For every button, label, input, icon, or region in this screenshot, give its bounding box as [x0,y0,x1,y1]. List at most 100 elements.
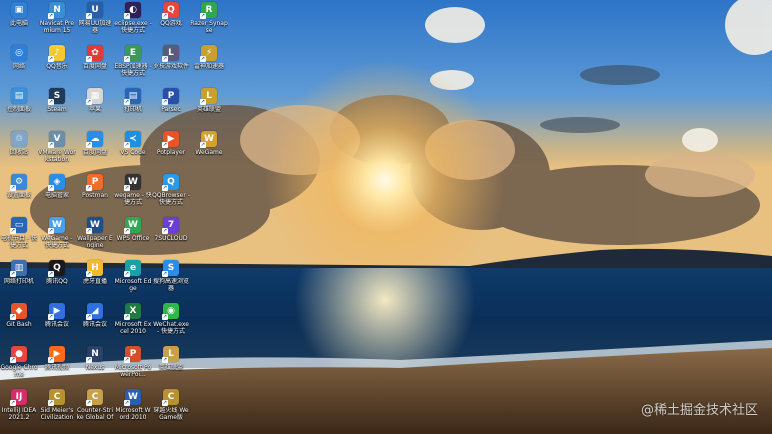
desktop-shortcut-label: 打印机 [123,106,142,113]
wallpaper-engine-icon: W ↗ [86,217,103,234]
desktop-shortcut-label: 英雄联盟 [158,364,183,371]
shortcut-arrow-icon: ↗ [86,271,92,277]
desktop-shortcut-label: WeChat.exe - 快捷方式 [153,321,189,335]
desktop-shortcut[interactable]: ⚙ ↗ 设置面板 [0,172,38,215]
desktop-shortcut[interactable]: ▤ 控制面板 [0,86,38,129]
desktop-shortcut[interactable]: IJ ↗ IntelliJ IDEA 2021.2 [0,387,38,430]
shortcut-arrow-icon: ↗ [48,142,54,148]
desktop-shortcut[interactable]: V ↗ VMware Workstation [38,129,76,172]
desktop-shortcut[interactable]: ▶ ↗ 腾讯会议 [38,301,76,344]
desktop-shortcut-label: QQBrowser - 快捷方式 [152,192,190,206]
shortcut-arrow-icon: ↗ [10,271,16,277]
desktop-shortcut[interactable]: P ↗ Postman [76,172,114,215]
desktop-shortcut[interactable]: ◐ ↗ eclipse.exe - 快捷方式 [114,0,152,43]
desktop-shortcut[interactable]: Q ↗ QQ游戏 [152,0,190,43]
uu-accelerator-icon: U ↗ [86,2,103,19]
desktop-shortcut[interactable]: C ↗ Sid Meier's Civilization [38,387,76,430]
desktop-shortcut[interactable]: ▦ ↗ 苹果 [76,86,114,129]
desktop-shortcut[interactable]: Q ↗ 腾讯QQ [38,258,76,301]
desktop-shortcut[interactable]: ▶ ↗ Potplayer [152,129,190,172]
desktop-shortcut-label: Microsoft PowerPoi... [114,364,152,378]
desktop-shortcut[interactable]: W ↗ Microsoft Word 2010 [114,387,152,430]
desktop-shortcut[interactable]: ☁ ↗ 百度网盘 [76,129,114,172]
desktop-shortcut-label: Wallpaper Engine [77,235,113,249]
desktop-shortcut[interactable]: W ↗ WeGame - 快捷方式 [38,215,76,258]
desktop-shortcut-label: 电脑管家 [44,192,69,199]
shortcut-arrow-icon: ↗ [86,56,92,62]
desktop-shortcut-label: 英雄联盟 [196,106,221,113]
desktop-shortcut[interactable]: S ↗ 搜狗高速浏览器 [152,258,190,301]
desktop-shortcut-label: Postman [82,192,108,199]
desktop-shortcut[interactable]: ◢ ↗ 腾讯会议 [76,301,114,344]
desktop-shortcut-label: VS Code [120,149,146,156]
recycle-bin-icon: ♲ [11,131,27,147]
git-bash-icon: ◆ ↗ [10,303,27,320]
desktop-shortcut[interactable]: R ↗ Razer Synapse [190,0,228,43]
shortcut-arrow-icon: ↗ [86,314,92,320]
desktop-shortcut-label: Steam [47,106,67,113]
desktop-shortcut[interactable]: W ↗ WPS Office [114,215,152,258]
desktop-shortcut[interactable]: ● ↗ Google Chrome [0,344,38,387]
baidu-netdisk-icon: ✿ ↗ [86,45,103,62]
potplayer-icon: ▶ ↗ [162,131,179,148]
desktop-shortcut[interactable]: W ↗ wegame - 快捷方式 [114,172,152,215]
desktop-shortcut[interactable]: ◈ ↗ 电脑管家 [38,172,76,215]
desktop-shortcut[interactable]: C ↗ 穿越火线 WeGame版 [152,387,190,430]
shortcut-arrow-icon: ↗ [86,228,92,234]
desktop-shortcut[interactable]: P ↗ Parsec [152,86,190,129]
desktop-shortcut[interactable]: ≺ ↗ VS Code [114,129,152,172]
thunder-accelerator-icon: ⚡ ↗ [200,45,217,62]
desktop-shortcut[interactable]: e ↗ Microsoft Edge [114,258,152,301]
desktop-shortcut[interactable]: C↗Counter-Strike Global Offensive [76,387,114,430]
shortcut-arrow-icon: ↗ [124,185,130,191]
desktop-shortcut-label: WeGame [195,149,223,156]
desktop-shortcut[interactable]: N ↗ Nexus [76,344,114,387]
desktop-shortcut-label: Sid Meier's Civilization [40,407,74,421]
shortcut-arrow-icon: ↗ [162,357,168,363]
wechat-icon: ◉ ↗ [162,303,179,320]
desktop-shortcut[interactable]: P ↗ Microsoft PowerPoi... [114,344,152,387]
desktop-shortcut[interactable]: H ↗ 虎牙直播 [76,258,114,301]
desktop-shortcut-label: EBSP加速器 - 快捷方式 [114,63,152,77]
wps-icon: W ↗ [124,217,141,234]
desktop-shortcut-label: WPS Office [116,235,150,242]
desktop-shortcut[interactable]: ◆ ↗ Git Bash [0,301,38,344]
desktop-shortcut[interactable]: ▤ ↗ 打印机 [114,86,152,129]
desktop-shortcut-label: 网络打印机 [3,278,34,285]
desktop-shortcut[interactable]: S ↗ Steam [38,86,76,129]
shortcut-arrow-icon: ↗ [124,357,130,363]
desktop-shortcut-label: 腾讯会议 [82,321,107,328]
desktop-shortcut-label: WeGame - 快捷方式 [41,235,73,249]
shortcut-arrow-icon: ↗ [200,13,206,19]
desktop-shortcut[interactable]: L ↗ 英雄联盟 [190,86,228,129]
shortcut-arrow-icon: ↗ [200,99,206,105]
desktop-shortcut[interactable]: ▶ ↗ 腾讯视频 [38,344,76,387]
desktop-shortcut[interactable]: W ↗ Wallpaper Engine [76,215,114,258]
desktop-shortcut-label: 搜狗高速浏览器 [152,278,189,292]
sucloud-icon: 7 ↗ [162,217,179,234]
desktop-shortcut[interactable]: N ↗ Navicat Premium 15 [38,0,76,43]
shortcut-arrow-icon: ↗ [86,142,92,148]
desktop-shortcut[interactable]: ♪ ↗ QQ音乐 [38,43,76,86]
desktop-shortcut[interactable]: ◎ 网络 [0,43,38,86]
desktop-shortcut[interactable]: U ↗ 网易UU加速器 [76,0,114,43]
desktop-shortcut[interactable]: ▭ ↗ 电视节目 - 快捷方式 [0,215,38,258]
shortcut-arrow-icon: ↗ [86,99,92,105]
desktop-shortcut[interactable]: ✿ ↗ 百度网盘 [76,43,114,86]
desktop-shortcut[interactable]: ⚡ ↗ 雷神加速器 [190,43,228,86]
desktop-shortcut[interactable]: L ↗ 英雄联盟 [152,344,190,387]
desktop-shortcut[interactable]: E ↗ EBSP加速器 - 快捷方式 [114,43,152,86]
desktop-shortcut[interactable]: ◉ ↗ WeChat.exe - 快捷方式 [152,301,190,344]
desktop-shortcut-label: 控制面板 [6,106,31,113]
desktop-shortcut[interactable]: W ↗ WeGame [190,129,228,172]
desktop-shortcut-label: VMware Workstation [38,149,76,163]
desktop-shortcut[interactable]: X ↗ Microsoft Excel 2010 [114,301,152,344]
desktop-shortcut[interactable]: ▥ ↗ 网络打印机 [0,258,38,301]
eclipse-icon: ◐ ↗ [124,2,141,19]
shortcut-arrow-icon: ↗ [124,142,130,148]
desktop-shortcut[interactable]: Q ↗ QQBrowser - 快捷方式 [152,172,190,215]
desktop-shortcut[interactable]: ♲ 回收站 [0,129,38,172]
desktop-shortcut[interactable]: L ↗ 罗技游戏软件 [152,43,190,86]
desktop-shortcut[interactable]: 7 ↗ 7SUCLOUD [152,215,190,258]
desktop-shortcut[interactable]: ▣ 此电脑 [0,0,38,43]
